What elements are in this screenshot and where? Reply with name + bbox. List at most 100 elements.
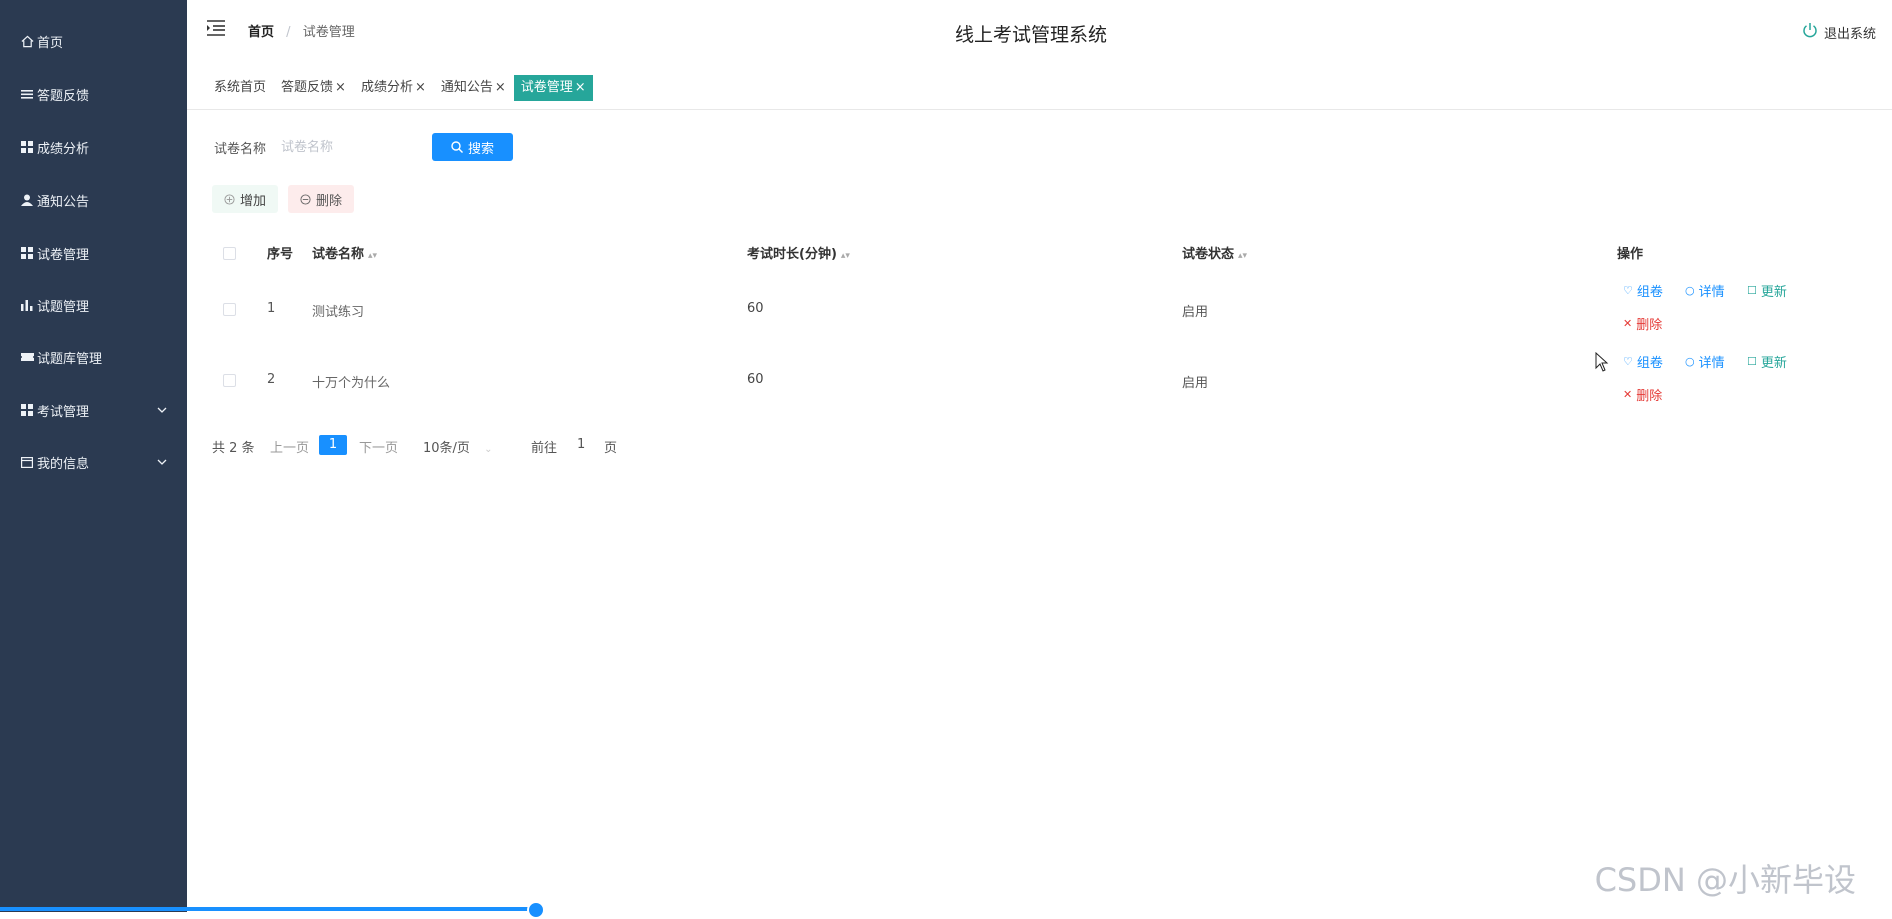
tab-notice[interactable]: 通知公告 × — [434, 75, 513, 101]
select-all-checkbox[interactable] — [223, 247, 236, 260]
delete-row-button[interactable]: ✕ 删除 — [1623, 314, 1662, 333]
paper-status: 启用 — [1182, 376, 1209, 391]
close-icon[interactable]: × — [575, 80, 586, 95]
goto-prefix: 前往 — [531, 441, 558, 456]
logout-label: 退出系统 — [1823, 26, 1876, 42]
search-input[interactable] — [279, 133, 433, 161]
tab-score-analysis[interactable]: 成绩分析 × — [354, 75, 433, 101]
sidebar-item-question-bank[interactable]: 试题库管理 — [0, 337, 187, 377]
tab-feedback[interactable]: 答题反馈 × — [274, 75, 353, 101]
watermark: CSDN @小新毕设 — [1594, 861, 1856, 899]
tab-label: 通知公告 — [440, 80, 493, 95]
breadcrumb: 首页 / 试卷管理 — [248, 21, 355, 40]
list-icon — [20, 87, 34, 101]
op-label: 组卷 — [1636, 356, 1663, 371]
progress-handle[interactable] — [527, 901, 545, 919]
grid-icon — [20, 403, 34, 417]
bar-chart-icon — [20, 298, 34, 312]
page-number-current[interactable]: 1 — [319, 435, 347, 455]
search-icon: ○ — [1685, 284, 1695, 297]
mouse-cursor-icon — [1595, 351, 1609, 376]
edit-icon: ☐ — [1747, 284, 1757, 297]
column-header-index: 序号 — [267, 247, 294, 262]
chevron-down-icon — [157, 404, 167, 419]
search-button[interactable]: 搜索 — [432, 133, 513, 161]
sidebar-item-label: 考试管理 — [37, 404, 90, 420]
compose-button[interactable]: ♡ 组卷 — [1623, 352, 1663, 371]
batch-delete-button[interactable]: 删除 — [288, 185, 355, 213]
detail-button[interactable]: ○ 详情 — [1685, 281, 1725, 300]
search-icon: ○ — [1685, 355, 1695, 368]
close-icon: ✕ — [1623, 317, 1633, 330]
column-label: 试卷名称 — [312, 247, 365, 262]
sidebar-item-label: 试题管理 — [37, 299, 90, 315]
user-icon — [20, 193, 34, 207]
close-icon[interactable]: × — [335, 80, 346, 95]
row-checkbox[interactable] — [223, 374, 236, 387]
sort-icon[interactable]: ▴▾ — [1238, 251, 1247, 261]
op-label: 详情 — [1698, 285, 1725, 300]
sidebar-item-exam-management[interactable]: 考试管理 — [0, 390, 187, 430]
column-header-status[interactable]: 试卷状态 ▴▾ — [1182, 243, 1247, 262]
sidebar-item-score-analysis[interactable]: 成绩分析 — [0, 127, 187, 167]
breadcrumb-separator: / — [286, 25, 291, 40]
sidebar-item-question-management[interactable]: 试题管理 — [0, 285, 187, 325]
sidebar-item-notice[interactable]: 通知公告 — [0, 180, 187, 220]
sidebar-item-label: 我的信息 — [37, 456, 90, 472]
heart-icon: ♡ — [1623, 284, 1633, 297]
sort-icon[interactable]: ▴▾ — [841, 251, 850, 261]
update-button[interactable]: ☐ 更新 — [1747, 281, 1787, 300]
menu-toggle-icon[interactable] — [207, 20, 225, 38]
update-button[interactable]: ☐ 更新 — [1747, 352, 1787, 371]
sidebar-item-my-info[interactable]: 我的信息 — [0, 442, 187, 482]
power-icon — [1802, 22, 1818, 42]
tab-label: 试卷管理 — [520, 80, 573, 95]
detail-button[interactable]: ○ 详情 — [1685, 352, 1725, 371]
op-label: 删除 — [1636, 389, 1663, 404]
tab-paper-management[interactable]: 试卷管理 × — [513, 75, 593, 101]
sort-icon[interactable]: ▴▾ — [368, 251, 377, 261]
close-icon[interactable]: × — [495, 80, 506, 95]
exam-duration: 60 — [747, 301, 764, 316]
close-icon: ✕ — [1623, 388, 1633, 401]
op-label: 组卷 — [1636, 285, 1663, 300]
column-header-duration[interactable]: 考试时长(分钟) ▴▾ — [747, 243, 850, 262]
column-label: 考试时长(分钟) — [747, 247, 837, 262]
grid-icon — [20, 246, 34, 260]
sidebar-item-feedback[interactable]: 答题反馈 — [0, 74, 187, 114]
add-button[interactable]: 增加 — [212, 185, 279, 213]
search-icon — [451, 141, 463, 153]
sidebar-item-paper-management[interactable]: 试卷管理 — [0, 233, 187, 273]
main-content: 首页 / 试卷管理 线上考试管理系统 退出系统 系统首页 答题反馈 × 成绩分析 ×… — [187, 0, 1892, 912]
paper-status: 启用 — [1182, 305, 1209, 320]
goto-suffix: 页 — [604, 441, 618, 456]
breadcrumb-home[interactable]: 首页 — [248, 25, 274, 40]
sidebar-item-label: 答题反馈 — [37, 88, 90, 104]
sidebar-item-label: 成绩分析 — [37, 141, 90, 157]
row-index: 1 — [267, 301, 276, 316]
video-progress-bar[interactable] — [0, 907, 535, 911]
heart-icon: ♡ — [1623, 355, 1633, 368]
sidebar-item-label: 通知公告 — [37, 194, 90, 210]
close-icon[interactable]: × — [415, 80, 426, 95]
search-button-label: 搜索 — [467, 141, 494, 157]
paper-name: 测试练习 — [312, 305, 365, 320]
page-size-select[interactable]: 10条/页 ⌄ — [423, 437, 492, 456]
prev-page-button[interactable]: 上一页 — [270, 437, 309, 456]
tab-system-home[interactable]: 系统首页 — [207, 75, 273, 101]
edit-icon: ☐ — [1747, 355, 1757, 368]
sidebar-item-home[interactable]: 首页 — [0, 21, 187, 61]
row-checkbox[interactable] — [223, 303, 236, 316]
column-label: 试卷状态 — [1182, 247, 1235, 262]
delete-button-label: 删除 — [316, 193, 343, 209]
compose-button[interactable]: ♡ 组卷 — [1623, 281, 1663, 300]
logout-button[interactable]: 退出系统 — [1802, 22, 1876, 42]
plus-circle-icon — [224, 193, 235, 205]
search-label: 试卷名称 — [214, 142, 267, 157]
goto-page-input[interactable]: 1 — [577, 437, 585, 452]
delete-row-button[interactable]: ✕ 删除 — [1623, 385, 1662, 404]
column-header-name[interactable]: 试卷名称 ▴▾ — [312, 243, 377, 262]
next-page-button[interactable]: 下一页 — [359, 437, 398, 456]
sidebar-item-label: 首页 — [37, 35, 64, 51]
paper-name: 十万个为什么 — [312, 376, 391, 391]
